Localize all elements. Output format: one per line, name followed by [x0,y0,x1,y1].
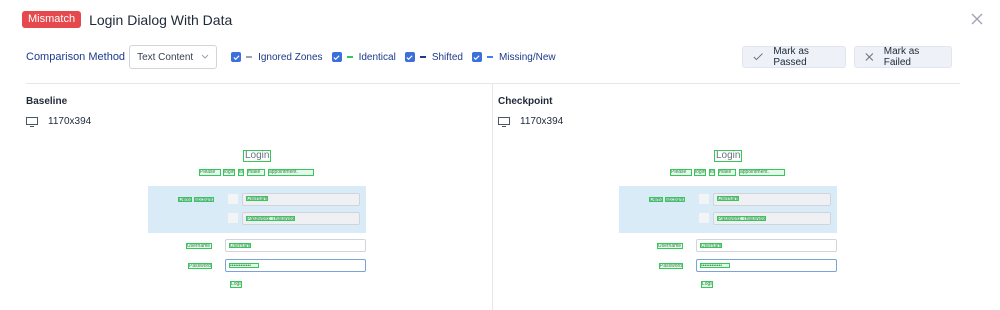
comparison-method-select[interactable]: Text Content [129,45,218,69]
mark-as-failed-label: Mark as Failed [883,46,920,68]
preview-demo-password: Password: ThisIsNotAPassword [717,216,766,221]
legend-label-identical: Identical [358,51,396,63]
monitor-icon [498,116,510,127]
mark-as-passed-label: Mark as Passed [773,46,809,68]
dialog-header: Mismatch Login Dialog With Data [22,11,232,28]
preview-login-button: Login [230,281,242,288]
check-icon [333,54,340,60]
action-buttons: Mark as Passed Mark as Failed [742,46,952,68]
preview-login-title: Login [243,150,272,162]
preview-username-value: Username: John Doe [229,243,251,248]
preview-username-label: Username [186,243,212,249]
comparison-method-value: Text Content [137,51,194,63]
preview-login-button: Login [701,281,713,288]
preview-subtitle-word: appointment. [268,169,314,176]
check-icon [233,54,240,60]
comparison-method-label: Comparison Method [26,51,126,63]
legend-label-shifted: Shifted [431,51,463,63]
preview-username-value: Username: John Doe [700,243,722,248]
swatch-ignored-zones [246,56,253,58]
preview-subtitle-word: make [247,169,265,176]
preview-password-mask: •••••••••••• [229,263,259,268]
close-icon[interactable] [970,12,984,26]
baseline-title: Baseline [26,96,68,107]
baseline-dimensions: 1170x394 [26,116,91,127]
preview-subtitle-word: to [238,169,244,176]
preview-subtitle-word: make [718,169,736,176]
legend-shifted[interactable]: Shifted [404,51,463,63]
legend-identical[interactable]: Identical [331,51,396,63]
legend-label-missing-new: Missing/New [498,51,556,63]
preview-demo-label-word: Demo [649,197,663,202]
baseline-dimensions-text: 1170x394 [48,116,92,127]
checkpoint-screenshot[interactable]: Login Please login to make appointment. … [619,150,839,295]
checkbox-missing-new[interactable] [471,52,482,62]
checkpoint-title: Checkpoint [498,96,553,107]
checkbox-shifted[interactable] [404,52,415,62]
x-icon [865,53,874,61]
check-icon [753,53,763,61]
preview-subtitle-word: Please [670,169,692,176]
checkbox-ignored-zones[interactable] [231,52,242,62]
user-icon [228,194,238,204]
swatch-shifted [419,56,426,58]
lock-icon [228,213,238,223]
toolbar: Comparison Method Text Content Ignored Z… [26,44,952,70]
preview-demo-password: Password: ThisIsNotAPassword [246,216,295,221]
preview-password-label: Password [659,263,683,269]
legend-missing-new[interactable]: Missing/New [471,51,556,63]
preview-password-label: Password [188,263,212,269]
swatch-missing-new [486,56,493,58]
preview-subtitle-word: appointment. [739,169,785,176]
preview-subtitle-word: login [694,169,706,176]
preview-demo-username: Username: John Doe [717,196,739,201]
swatch-identical [346,56,353,58]
chevron-down-icon [201,54,209,59]
page-title: Login Dialog With Data [89,11,233,28]
check-icon [473,54,481,60]
preview-subtitle-word: Please [199,169,221,176]
preview-subtitle-word: to [709,169,715,176]
baseline-screenshot[interactable]: Login Please login to make appointment. … [148,150,368,295]
mark-as-passed-button[interactable]: Mark as Passed [742,46,846,68]
preview-login-title: Login [714,150,743,162]
checkpoint-dimensions-text: 1170x394 [520,116,564,127]
preview-demo-label-word: account [194,197,214,202]
preview-subtitle-word: login [223,169,235,176]
check-icon [406,54,413,60]
preview-username-label: Username [657,243,683,249]
user-icon [699,194,709,204]
lock-icon [699,213,709,223]
pane-divider [492,84,493,310]
mark-as-failed-button[interactable]: Mark as Failed [854,46,952,68]
checkbox-identical[interactable] [331,52,342,62]
preview-password-mask: •••••••••••• [700,263,730,268]
header-divider [26,83,960,84]
monitor-icon [26,116,38,127]
preview-demo-label-word: Demo [178,197,192,202]
status-badge: Mismatch [22,11,82,28]
checkpoint-dimensions: 1170x394 [498,116,563,127]
legend-ignored-zones[interactable]: Ignored Zones [231,52,323,63]
preview-demo-username: Username: John Doe [246,196,268,201]
legend-label-ignored-zones: Ignored Zones [258,51,323,63]
preview-demo-label-word: account [665,197,685,202]
